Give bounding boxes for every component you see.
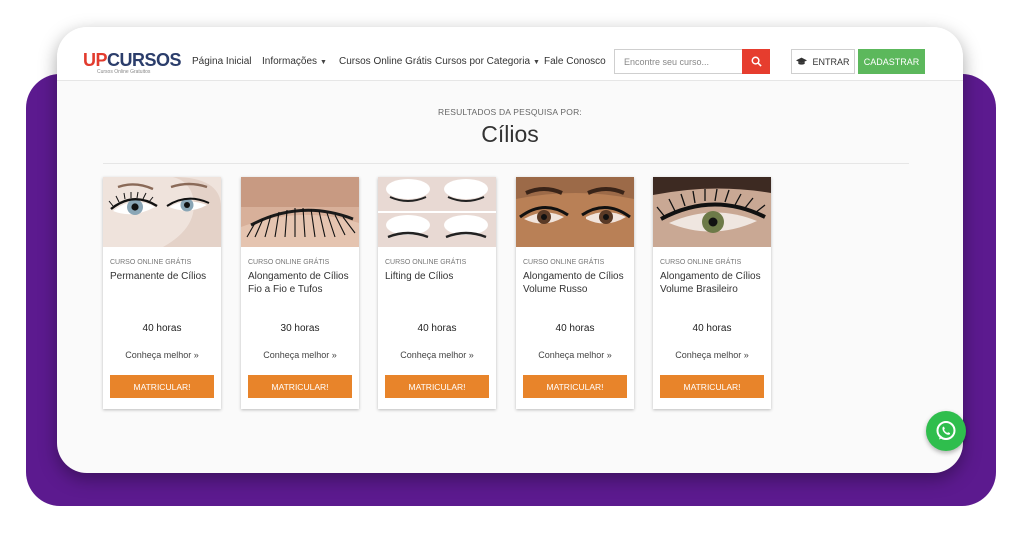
course-details-link[interactable]: Conheça melhor » (653, 350, 771, 360)
nav-label: Cursos Online Grátis (339, 56, 432, 67)
login-button[interactable]: ENTRAR (791, 49, 855, 74)
results-query-title: Cílios (481, 121, 539, 147)
stage: UP CURSOS Cursos Online Gratuitos Página… (0, 0, 1024, 536)
course-hours: 40 horas (417, 323, 457, 334)
course-category: CURSO ONLINE GRÁTIS (660, 259, 742, 266)
caret-down-icon: ▼ (320, 59, 327, 66)
course-details-link[interactable]: Conheça melhor » (378, 350, 496, 360)
login-label: ENTRAR (812, 56, 850, 67)
course-title[interactable]: Alongamento de Cílios Fio a Fio e Tufos (248, 271, 354, 296)
course-hours: 30 horas (280, 323, 320, 334)
search-icon (751, 56, 762, 67)
course-card[interactable]: CURSO ONLINE GRÁTIS Alongamento de Cílio… (653, 177, 771, 409)
signup-label: CADASTRAR (863, 56, 920, 67)
graduation-cap-icon (796, 57, 808, 65)
nav-item-pagina-inicial[interactable]: Página Inicial (192, 56, 251, 67)
course-hours: 40 horas (555, 323, 595, 334)
results-label: RESULTADOS DA PESQUISA POR: (438, 107, 582, 117)
navbar: UP CURSOS Cursos Online Gratuitos Página… (57, 27, 963, 81)
course-image-volume-brasileiro[interactable] (653, 177, 771, 247)
nav-label: Página Inicial (192, 56, 252, 67)
course-details-link[interactable]: Conheça melhor » (103, 350, 221, 360)
nav-item-informacoes[interactable]: Informações ▼ (262, 56, 327, 67)
course-image-eye-closeup[interactable] (103, 177, 221, 247)
course-image-lash-lifting[interactable] (378, 177, 496, 247)
enroll-button[interactable]: MATRICULAR! (660, 375, 764, 398)
course-title[interactable]: Alongamento de Cílios Volume Russo (523, 271, 629, 296)
course-hours: 40 horas (692, 323, 732, 334)
nav-label: Fale Conosco (544, 56, 606, 67)
whatsapp-button[interactable] (926, 411, 966, 451)
enroll-button[interactable]: MATRICULAR! (385, 375, 489, 398)
logo-up-text: UP (83, 50, 108, 70)
search-button[interactable] (742, 49, 770, 74)
course-details-link[interactable]: Conheça melhor » (241, 350, 359, 360)
enroll-button[interactable]: MATRICULAR! (248, 375, 352, 398)
course-category: CURSO ONLINE GRÁTIS (110, 259, 192, 266)
enroll-button[interactable]: MATRICULAR! (110, 375, 214, 398)
course-card[interactable]: CURSO ONLINE GRÁTIS Lifting de Cílios 40… (378, 177, 496, 409)
divider (103, 163, 909, 164)
signup-button[interactable]: CADASTRAR (858, 49, 925, 74)
course-category: CURSO ONLINE GRÁTIS (523, 259, 605, 266)
nav-item-cursos-por-categoria[interactable]: Cursos por Categoria ▼ (435, 56, 540, 67)
course-category: CURSO ONLINE GRÁTIS (385, 259, 467, 266)
whatsapp-icon (936, 421, 956, 440)
course-card[interactable]: CURSO ONLINE GRÁTIS Alongamento de Cílio… (241, 177, 359, 409)
course-image-lash-extension[interactable] (241, 177, 359, 247)
site-logo[interactable]: UP CURSOS Cursos Online Gratuitos (83, 50, 182, 75)
course-title[interactable]: Permanente de Cílios (110, 271, 216, 284)
course-details-link[interactable]: Conheça melhor » (516, 350, 634, 360)
course-card[interactable]: CURSO ONLINE GRÁTIS Alongamento de Cílio… (516, 177, 634, 409)
caret-down-icon: ▼ (533, 59, 540, 66)
course-category: CURSO ONLINE GRÁTIS (248, 259, 330, 266)
course-hours: 40 horas (142, 323, 182, 334)
nav-item-cursos-online-gratis[interactable]: Cursos Online Grátis (339, 56, 432, 67)
nav-label: Cursos por Categoria (435, 56, 531, 67)
course-card[interactable]: CURSO ONLINE GRÁTIS Permanente de Cílios… (103, 177, 221, 409)
browser-window: UP CURSOS Cursos Online Gratuitos Página… (57, 27, 963, 473)
logo-cursos-text: CURSOS (107, 50, 182, 70)
nav-label: Informações (262, 56, 318, 67)
nav-item-fale-conosco[interactable]: Fale Conosco (544, 56, 606, 67)
course-title[interactable]: Alongamento de Cílios Volume Brasileiro (660, 271, 766, 296)
enroll-button[interactable]: MATRICULAR! (523, 375, 627, 398)
course-image-volume-russo[interactable] (516, 177, 634, 247)
course-title[interactable]: Lifting de Cílios (385, 271, 491, 284)
